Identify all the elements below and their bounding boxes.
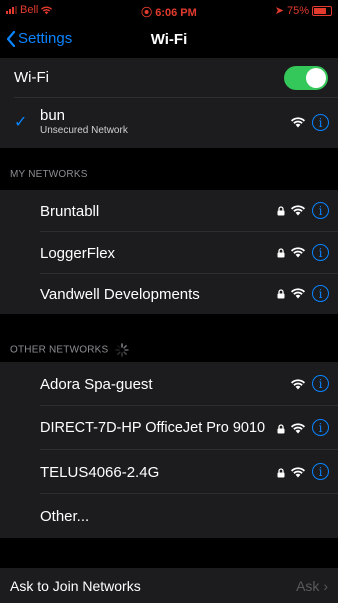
wifi-icon (291, 423, 305, 434)
wifi-icon (291, 379, 305, 390)
info-icon[interactable]: i (312, 463, 329, 480)
alarm-icon: ⦿ (141, 7, 153, 19)
status-bar: Bell ⦿ 6:06 PM ➤ 75% (0, 0, 338, 22)
wifi-icon (291, 117, 305, 128)
network-row[interactable]: DIRECT-7D-HP OfficeJet Pro 9010 i (0, 406, 338, 450)
other-network-label: Other... (40, 508, 90, 525)
lock-icon (277, 248, 285, 258)
network-name: TELUS4066-2.4G (40, 464, 160, 481)
lock-icon (277, 424, 285, 434)
wifi-toggle-row: Wi-Fi (0, 58, 338, 98)
ask-to-join-label: Ask to Join Networks (10, 578, 141, 594)
wifi-toggle[interactable] (284, 66, 328, 90)
lock-icon (277, 468, 285, 478)
wifi-icon (291, 288, 305, 299)
other-network-row[interactable]: Other... (0, 494, 338, 538)
toggle-knob (306, 68, 326, 88)
wifi-icon (291, 247, 305, 258)
info-icon[interactable]: i (312, 202, 329, 219)
network-name: Bruntabll (40, 203, 100, 220)
my-networks-header: MY NETWORKS (10, 169, 88, 180)
info-icon[interactable]: i (312, 244, 329, 261)
other-networks-header-label: OTHER NETWORKS (10, 344, 109, 356)
network-name: DIRECT-7D-HP OfficeJet Pro 9010 (40, 420, 266, 436)
spinner-icon (115, 343, 130, 357)
network-row[interactable]: Bruntabll i (0, 190, 338, 232)
checkmark-icon: ✓ (14, 114, 28, 131)
nav-bar: Settings Wi-Fi (0, 22, 338, 58)
lock-icon (277, 206, 285, 216)
network-name: LoggerFlex (40, 245, 116, 262)
battery-icon (312, 5, 332, 16)
current-network-row[interactable]: ✓ bun Unsecured Network i (0, 98, 338, 148)
network-name: Adora Spa-guest (40, 376, 153, 393)
other-networks-header: OTHER NETWORKS (10, 343, 130, 357)
network-row[interactable]: TELUS4066-2.4G i (0, 450, 338, 494)
network-row[interactable]: LoggerFlex i (0, 232, 338, 274)
wifi-icon (291, 205, 305, 216)
battery-percent: 75% (286, 4, 309, 17)
status-time: 6:06 PM (155, 7, 197, 19)
wifi-icon (291, 467, 305, 478)
page-title: Wi-Fi (150, 31, 188, 48)
ask-value-label: Ask (296, 578, 320, 594)
info-icon[interactable]: i (312, 375, 329, 392)
lock-icon (277, 289, 285, 299)
network-row[interactable]: Vandwell Developments i (0, 274, 338, 314)
current-network-name: bun (40, 107, 66, 124)
info-icon[interactable]: i (312, 419, 329, 436)
network-name: Vandwell Developments (40, 286, 200, 303)
network-row[interactable]: Adora Spa-guest i (0, 362, 338, 406)
chevron-right-icon: › (323, 578, 328, 594)
location-icon: ➤ (274, 5, 284, 17)
ask-to-join-value: Ask › (296, 578, 328, 594)
info-icon[interactable]: i (312, 285, 329, 302)
current-network-subtext: Unsecured Network (40, 125, 128, 136)
wifi-toggle-label: Wi-Fi (14, 69, 49, 86)
info-icon[interactable]: i (312, 114, 329, 131)
ask-to-join-row[interactable]: Ask to Join Networks Ask › (0, 568, 338, 603)
